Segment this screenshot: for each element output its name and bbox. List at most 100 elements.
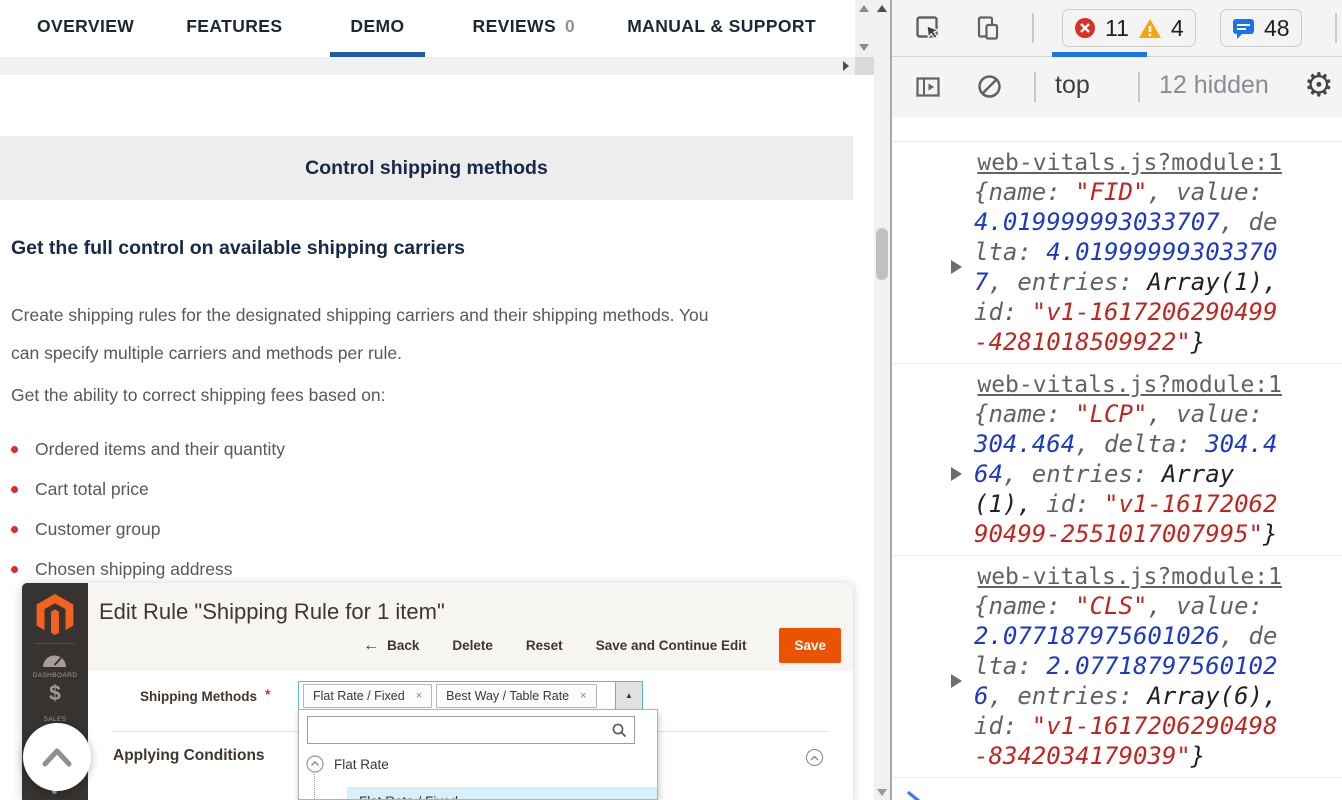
console-token: 90499-2551017007995" [974, 520, 1263, 548]
tab-manual-support[interactable]: MANUAL & SUPPORT [623, 0, 820, 57]
horizontal-scrollbar[interactable] [0, 57, 855, 75]
scroll-up-arrow-icon[interactable] [859, 5, 869, 12]
device-toolbar-icon[interactable] [974, 14, 1002, 42]
console-top-spacer [892, 117, 1342, 142]
console-source-link[interactable]: web-vitals.js?module:1 [977, 372, 1282, 398]
toolbar-separator [1034, 72, 1036, 102]
tab-overview[interactable]: OVERVIEW [33, 0, 138, 57]
inspect-element-icon[interactable] [914, 14, 942, 42]
collapse-section-button[interactable] [806, 749, 823, 766]
console-preview-line: 304.464, delta: 304.4 [974, 429, 1282, 459]
console-prompt[interactable] [892, 778, 1342, 800]
bullet-icon [11, 446, 18, 453]
sidebar-item-dashboard[interactable]: DASHBOARD [22, 672, 88, 679]
expand-arrow-wrap [950, 260, 974, 274]
multiselect-toggle-button[interactable]: ▲ [615, 682, 642, 709]
tab-manual-support-label: MANUAL & SUPPORT [627, 16, 816, 37]
shipping-methods-multiselect[interactable]: Flat Rate / Fixed × Best Way / Table Rat… [298, 681, 643, 710]
console-token: id: [974, 298, 1032, 326]
list-item-label: Ordered items and their quantity [35, 439, 285, 460]
console-sidebar-icon[interactable] [914, 73, 942, 101]
paragraph-line: can specify multiple carriers and method… [11, 343, 402, 363]
tab-reviews[interactable]: REVIEWS 0 [469, 0, 580, 57]
console-token: "v1-1617206290498 [1032, 712, 1278, 740]
console-entry: web-vitals.js?module:1{name: "CLS", valu… [892, 556, 1342, 778]
admin-page-header: Edit Rule "Shipping Rule for 1 item" ← B… [88, 583, 853, 671]
sidebar-item-sales[interactable]: SALES [22, 716, 88, 723]
context-selector[interactable]: top [1055, 71, 1090, 100]
expand-arrow-wrap [950, 467, 974, 481]
product-page: OVERVIEW FEATURES DEMO REVIEWS 0 MANUAL … [0, 0, 890, 800]
collapse-group-icon[interactable] [306, 755, 324, 773]
scroll-up-arrow-icon[interactable] [877, 5, 887, 12]
console-token: "v1-16172062 [1104, 490, 1277, 518]
console-token: , de [1220, 208, 1278, 236]
back-button[interactable]: ← Back [363, 637, 419, 655]
console-token: , delta: [1075, 430, 1205, 458]
dashboard-icon[interactable] [41, 653, 68, 668]
console-token: "v1-1617206290499 [1032, 298, 1278, 326]
console-token: , entries: [988, 682, 1147, 710]
chip-remove-icon[interactable]: × [416, 690, 422, 702]
search-input[interactable] [312, 719, 606, 743]
devtools-main-toolbar: 11 4 48 [892, 0, 1342, 57]
message-icon [1232, 17, 1255, 40]
console-preview-line: 2.077187975601026, de [974, 621, 1282, 651]
list-item: Cart total price [11, 469, 285, 509]
console-token: id: [1032, 490, 1104, 518]
page-vertical-scrollbar[interactable] [874, 0, 890, 800]
console-token: , de [1220, 622, 1278, 650]
issues-badge-group[interactable]: 11 4 [1062, 9, 1196, 47]
console-messages-area: web-vitals.js?module:1{name: "FID", valu… [892, 117, 1342, 800]
console-token: {name: [974, 178, 1075, 206]
messages-badge-group[interactable]: 48 [1220, 9, 1302, 47]
console-source-link[interactable]: web-vitals.js?module:1 [977, 564, 1282, 590]
devtools-panel: 11 4 48 [890, 0, 1342, 800]
tab-features[interactable]: FEATURES [182, 0, 286, 57]
expand-triangle-icon[interactable] [951, 467, 962, 481]
admin-page-title: Edit Rule "Shipping Rule for 1 item" [99, 599, 445, 625]
chip-remove-icon[interactable]: × [580, 690, 586, 702]
console-token: (1), [974, 490, 1032, 518]
console-preview-line: id: "v1-1617206290499 [974, 297, 1282, 327]
magento-logo-icon [35, 594, 75, 636]
bullet-icon [11, 566, 18, 573]
tree-connector [314, 774, 315, 800]
tab-demo[interactable]: DEMO [330, 0, 424, 57]
sales-icon[interactable]: $ [22, 682, 88, 706]
required-asterisk: * [265, 686, 270, 702]
console-preview-line: {name: "FID", value: [974, 177, 1282, 207]
console-preview-line: -8342034179039"} [974, 741, 1282, 771]
scrollbar-thumb[interactable] [876, 228, 888, 280]
reviews-count-badge: 0 [565, 16, 575, 37]
console-settings-gear-icon[interactable]: ⚙ [1304, 65, 1334, 104]
inner-vertical-scrollbar[interactable] [855, 0, 874, 57]
search-icon[interactable] [612, 723, 627, 738]
scroll-to-top-button[interactable] [23, 723, 91, 791]
save-and-continue-button[interactable]: Save and Continue Edit [596, 638, 747, 653]
delete-button[interactable]: Delete [452, 638, 493, 653]
console-token: Array(6), [1147, 682, 1277, 710]
console-preview-line: 6, entries: Array(6), [974, 681, 1282, 711]
console-token: } [1191, 328, 1205, 356]
reset-button[interactable]: Reset [526, 638, 563, 653]
console-token: } [1263, 520, 1277, 548]
scroll-right-arrow-icon[interactable] [843, 61, 849, 71]
console-token: {name: [974, 592, 1075, 620]
scroll-down-arrow-icon[interactable] [877, 789, 887, 796]
expand-triangle-icon[interactable] [951, 260, 962, 274]
tab-demo-label: DEMO [350, 16, 404, 37]
console-token: } [1191, 742, 1205, 770]
save-button[interactable]: Save [779, 628, 841, 663]
clear-console-icon[interactable] [976, 73, 1003, 100]
scroll-down-arrow-icon[interactable] [859, 44, 869, 51]
console-preview-line: 7, entries: Array(1), [974, 267, 1282, 297]
console-source-link[interactable]: web-vitals.js?module:1 [977, 150, 1282, 176]
expand-triangle-icon[interactable] [951, 674, 962, 688]
dropdown-option-selected[interactable]: Flat Rate / Fixed [347, 787, 657, 800]
product-tabs: OVERVIEW FEATURES DEMO REVIEWS 0 MANUAL … [0, 0, 853, 57]
selected-chip: Best Way / Table Rate × [436, 684, 596, 708]
console-preview-line: (1), id: "v1-16172062 [974, 489, 1282, 519]
dropdown-group-label[interactable]: Flat Rate [334, 757, 389, 772]
message-count: 48 [1264, 15, 1290, 42]
